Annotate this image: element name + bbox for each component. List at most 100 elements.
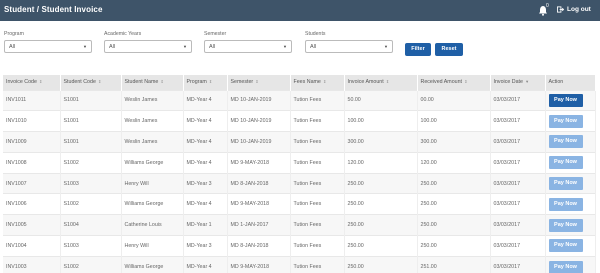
table-cell-student-name: Weslin James	[121, 131, 184, 153]
pay-now-button[interactable]: Pay Now	[548, 197, 583, 211]
sort-icon: ⇕	[384, 79, 390, 85]
semester-select[interactable]: All ▼	[204, 40, 292, 53]
table-cell-invoice-amount: 120.00	[344, 151, 418, 174]
table-cell-student-name: Henry Will	[121, 235, 184, 257]
chevron-down-icon: ▼	[283, 44, 287, 49]
reset-button[interactable]: Reset	[435, 43, 463, 56]
table-row: INV1007 S1003 Henry Will MD-Year 3 MD 8-JAN-…	[3, 172, 596, 194]
table-cell-program: MD-Year 4	[183, 193, 228, 215]
table-row: INV1011 S1001 Weslin James MD-Year 4 MD 10-J…	[3, 89, 596, 111]
table-cell-received-amount: 250.00	[417, 172, 491, 194]
table-cell-semester: MD 10-JAN-2019	[227, 89, 291, 111]
academic-years-label: Academic Years	[104, 31, 142, 37]
pay-now-button[interactable]: Pay Now	[548, 177, 583, 191]
table-cell-semester: MD 8-JAN-2018	[227, 235, 291, 257]
column-header-semester[interactable]: Semester ⇕	[227, 75, 291, 90]
table-cell-program: MD-Year 4	[183, 255, 228, 273]
table-cell-student-name: Williams George	[121, 255, 184, 273]
table-cell-student-code: S1002	[60, 151, 122, 174]
pay-now-button[interactable]: Pay Now	[548, 239, 583, 253]
table-cell-received-amount: 120.00	[417, 151, 491, 174]
column-header-invoice-code[interactable]: Invoice Code ⇕	[3, 75, 61, 90]
semester-label: Semester	[204, 31, 227, 37]
pay-now-button[interactable]: Pay Now	[548, 93, 583, 107]
semester-select-value: All	[209, 44, 216, 50]
table-cell-program: MD-Year 4	[183, 151, 228, 174]
table-cell-student-name: Williams George	[121, 151, 184, 174]
table-header-row: Invoice Code ⇕ Student Code ⇕ Student Name…	[3, 75, 596, 90]
pay-now-button[interactable]: Pay Now	[548, 135, 583, 149]
pay-now-button[interactable]: Pay Now	[548, 260, 583, 273]
table-cell-student-code: S1001	[60, 131, 122, 153]
table-cell-program: MD-Year 3	[183, 235, 228, 257]
table-cell-invoice-amount: 300.00	[344, 131, 418, 153]
table-row: INV1003 S1002 Williams George MD-Year 4 MD 9…	[3, 255, 596, 273]
table-cell-fees-name: Tution Fees	[290, 89, 345, 111]
table-cell-student-code: S1003	[60, 172, 122, 194]
students-label: Students	[305, 31, 326, 37]
column-header-invoice-date[interactable]: Invoice Date ▼	[490, 75, 546, 90]
column-header-label: Received Amount	[420, 79, 463, 86]
table-row: INV1004 S1003 Henry Will MD-Year 3 MD 8-JAN-…	[3, 235, 596, 257]
column-header-label: Invoice Amount	[347, 79, 384, 86]
pay-now-button[interactable]: Pay Now	[548, 156, 583, 170]
program-select[interactable]: All ▼	[4, 40, 92, 53]
table-cell-semester: MD 1-JAN-2017	[227, 214, 291, 236]
column-header-student-name[interactable]: Student Name ⇕	[121, 75, 184, 90]
column-header-label: Invoice Code	[6, 79, 37, 86]
column-header-label: Program	[186, 79, 207, 86]
filter-button[interactable]: Filter	[405, 43, 431, 56]
table-cell-invoice-amount: 250.00	[344, 172, 418, 194]
table-cell-invoice-code: INV1004	[3, 235, 61, 257]
column-header-fees-name[interactable]: Fees Name ⇕	[290, 75, 345, 90]
table-cell-invoice-date: 03/03/2017	[490, 193, 546, 215]
logout-label: Log out	[567, 6, 591, 13]
program-filter: Program All ▼	[4, 31, 92, 53]
sort-icon: ⇕	[159, 79, 164, 85]
table-cell-student-code: S1003	[60, 235, 122, 257]
column-header-student-code[interactable]: Student Code ⇕	[60, 75, 122, 90]
academic-years-select-value: All	[109, 44, 116, 50]
table-cell-received-amount: 250.00	[417, 193, 491, 215]
table-cell-invoice-code: INV1005	[3, 214, 61, 236]
table-cell-action: Pay Now	[545, 131, 596, 153]
table-cell-invoice-amount: 250.00	[344, 193, 418, 215]
table-cell-received-amount: 100.00	[417, 110, 491, 132]
academic-years-filter: Academic Years All ▼	[104, 31, 192, 53]
table-cell-invoice-code: INV1009	[3, 131, 61, 153]
column-header-label: Invoice Date	[493, 79, 523, 86]
table-cell-semester: MD 8-JAN-2018	[227, 172, 291, 194]
logout-button[interactable]: Log out	[557, 6, 591, 13]
table-cell-invoice-code: INV1006	[3, 193, 61, 215]
table-cell-invoice-date: 03/03/2017	[490, 131, 546, 153]
academic-years-select[interactable]: All ▼	[104, 40, 192, 53]
invoice-table: Invoice Code ⇕ Student Code ⇕ Student Name…	[3, 75, 596, 273]
table-cell-action: Pay Now	[545, 193, 596, 215]
pay-now-button[interactable]: Pay Now	[548, 114, 583, 128]
column-header-invoice-amount[interactable]: Invoice Amount ⇕	[344, 75, 418, 90]
column-header-program[interactable]: Program ⇕	[183, 75, 228, 90]
table-cell-invoice-code: INV1008	[3, 151, 61, 174]
table-cell-student-code: S1002	[60, 193, 122, 215]
table-cell-invoice-date: 03/03/2017	[490, 89, 546, 111]
top-bar: Student / Student Invoice 0 Log out	[0, 0, 600, 21]
sort-icon: ⇕	[96, 79, 102, 85]
table-cell-fees-name: Tution Fees	[290, 193, 345, 215]
table-cell-invoice-amount: 50.00	[344, 89, 418, 111]
table-cell-fees-name: Tution Fees	[290, 110, 345, 132]
column-header-received-amount[interactable]: Received Amount ⇕	[417, 75, 491, 90]
sort-icon: ⇕	[207, 79, 213, 85]
column-header-label: Semester	[230, 79, 254, 86]
table-cell-program: MD-Year 3	[183, 172, 228, 194]
pay-now-button[interactable]: Pay Now	[548, 218, 583, 232]
students-select[interactable]: All ▼	[305, 40, 393, 53]
table-cell-action: Pay Now	[545, 172, 596, 194]
table-cell-invoice-date: 03/03/2017	[490, 110, 546, 132]
table-cell-invoice-amount: 250.00	[344, 255, 418, 273]
table-cell-received-amount: 00.00	[417, 89, 491, 111]
table-cell-student-code: S1001	[60, 89, 122, 111]
chevron-down-icon: ▼	[183, 44, 187, 49]
table-cell-invoice-date: 03/03/2017	[490, 255, 546, 273]
page-title: Student / Student Invoice	[4, 5, 103, 14]
students-filter: Students All ▼	[305, 31, 393, 53]
